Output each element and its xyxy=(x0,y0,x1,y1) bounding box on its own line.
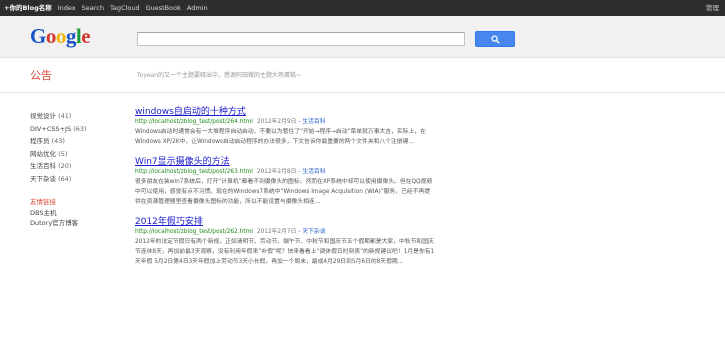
category-count: (20) xyxy=(58,162,72,170)
category-name: DIV+CSS+JS xyxy=(30,124,72,133)
post-list: windows自启动的十种方式 http://localhost/zblog_t… xyxy=(135,107,585,277)
sidebar-category[interactable]: 视觉设计 (41) xyxy=(30,110,120,123)
category-name: 程序员 xyxy=(30,137,50,145)
post-item: Win7显示摄像头的方法 http://localhost/zblog_test… xyxy=(135,157,585,207)
search-input[interactable] xyxy=(137,32,465,46)
logo-letter: g xyxy=(65,24,77,48)
post-excerpt: Windows启动时通常会有一大堆程序自动启动，不要以为管住了“开始→程序→启动… xyxy=(135,129,426,145)
post-meta: http://localhost/zblog_test/post/263.htm… xyxy=(135,168,585,177)
logo-letter: e xyxy=(81,24,91,48)
friend-link[interactable]: Dutory官方博客 xyxy=(30,218,120,228)
post-category[interactable]: - 生活百科 xyxy=(298,169,325,175)
post-title[interactable]: 2012年假巧安排 xyxy=(135,217,585,228)
post-date: 2012年2月7日 xyxy=(256,229,297,235)
category-count: (43) xyxy=(51,137,65,145)
notice-text: Toyean的又一个主题要释出中，感谢阿田做的主题大熟蛋糕~ xyxy=(137,72,302,79)
logo-letter: o xyxy=(45,24,57,48)
nav-admin[interactable]: Admin xyxy=(187,4,208,12)
search-button[interactable] xyxy=(475,31,515,47)
post-url[interactable]: http://localhost/zblog_test/post/262.htm… xyxy=(135,229,253,235)
category-name: 生活百科 xyxy=(30,162,56,170)
friend-link[interactable]: DBS主机 xyxy=(30,208,120,218)
category-count: (63) xyxy=(73,124,87,133)
post-url[interactable]: http://localhost/zblog_test/post/263.htm… xyxy=(135,169,253,175)
post-date: 2012年2月9日 xyxy=(256,119,297,125)
post-meta: http://localhost/zblog_test/post/262.htm… xyxy=(135,228,585,237)
sidebar-category[interactable]: 程序员 (43) xyxy=(30,135,120,148)
category-name: 网站优化 xyxy=(30,149,56,158)
nav-tagcloud[interactable]: TagCloud xyxy=(110,4,140,12)
manage-link[interactable]: 管理 xyxy=(706,4,719,12)
post-item: windows自启动的十种方式 http://localhost/zblog_t… xyxy=(135,107,585,147)
logo-letter: o xyxy=(55,24,67,48)
google-logo[interactable]: Google xyxy=(30,24,91,48)
nav-guestbook[interactable]: GuestBook xyxy=(146,4,181,12)
top-nav: +你的Blog名称 Index Search TagCloud GuestBoo… xyxy=(4,4,208,12)
post-excerpt: 2012年的法定节假日有两个新规，正如清明节、劳动节、端午节、中秋节和国庆节五个… xyxy=(135,239,435,265)
sidebar-category[interactable]: DIV+CSS+JS (63) xyxy=(30,123,120,136)
post-category[interactable]: - 天下杂谈 xyxy=(298,229,325,235)
post-date: 2012年2月8日 xyxy=(256,169,297,175)
post-title[interactable]: Win7显示摄像头的方法 xyxy=(135,157,585,168)
sidebar: 视觉设计 (41) DIV+CSS+JS (63) 程序员 (43) 网站优化 … xyxy=(30,110,120,228)
logo-letter: G xyxy=(30,24,46,48)
notice-bar: 公告 Toyean的又一个主题要释出中，感谢阿田做的主题大熟蛋糕~ xyxy=(0,59,725,93)
header: Google xyxy=(0,16,725,58)
sidebar-category[interactable]: 网站优化 (5) xyxy=(30,148,120,161)
post-meta: http://localhost/zblog_test/post/264.htm… xyxy=(135,118,585,127)
category-count: (64) xyxy=(58,174,72,183)
sidebar-category[interactable]: 生活百科 (20) xyxy=(30,160,120,173)
sidebar-category[interactable]: 天下杂谈 (64) xyxy=(30,173,120,186)
category-name: 天下杂谈 xyxy=(30,174,56,183)
nav-blog-home[interactable]: +你的Blog名称 xyxy=(4,4,52,12)
category-count: (5) xyxy=(58,149,68,158)
category-name: 视觉设计 xyxy=(30,112,56,120)
nav-index[interactable]: Index xyxy=(58,4,76,12)
notice-label: 公告 xyxy=(30,69,52,82)
post-category[interactable]: - 生活百科 xyxy=(298,119,325,125)
post-title[interactable]: windows自启动的十种方式 xyxy=(135,107,585,118)
nav-search[interactable]: Search xyxy=(82,4,104,12)
top-nav-bar: +你的Blog名称 Index Search TagCloud GuestBoo… xyxy=(0,0,725,16)
links-title: 友情链接 xyxy=(30,198,56,206)
post-url[interactable]: http://localhost/zblog_test/post/264.htm… xyxy=(135,119,253,125)
search-icon xyxy=(490,34,500,44)
category-count: (41) xyxy=(58,112,72,120)
post-excerpt: 很多朋友在装win7系统后，打开“计算机”都看不到摄像头的图标，然而在XP系统中… xyxy=(135,179,433,205)
post-item: 2012年假巧安排 http://localhost/zblog_test/po… xyxy=(135,217,585,267)
